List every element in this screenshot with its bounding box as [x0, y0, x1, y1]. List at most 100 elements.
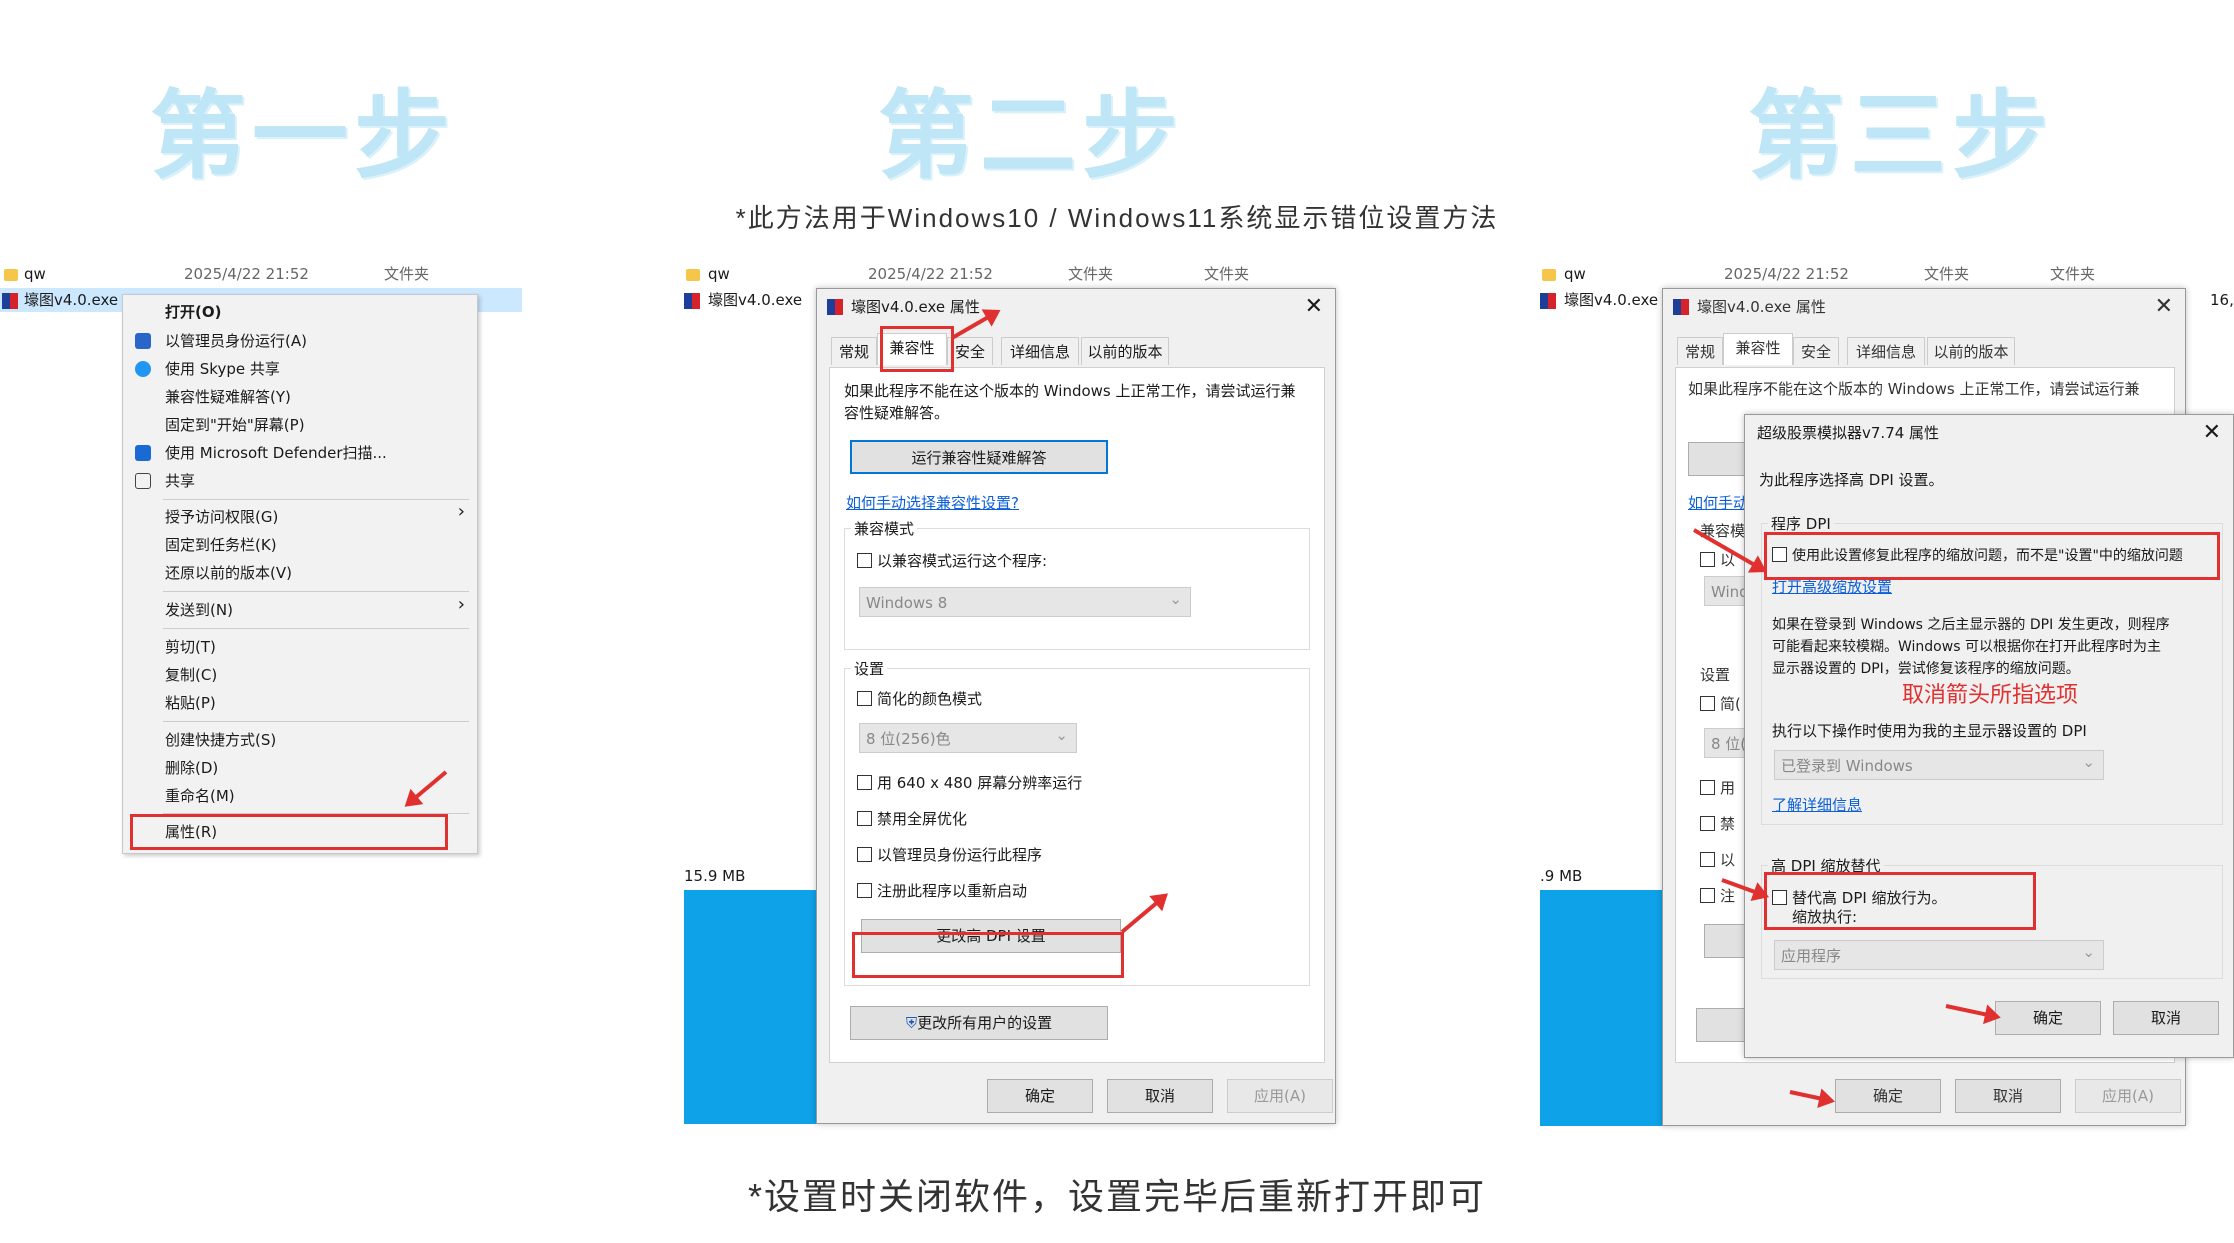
- override-select[interactable]: 应用程序: [1774, 937, 2104, 970]
- intro-text: 如果此程序不能在这个版本的 Windows 上正常工作，请尝试运行兼 容性疑难解答…: [844, 382, 1296, 422]
- file-size: .9 MB: [1540, 867, 1583, 885]
- ok-button[interactable]: 确定: [1835, 1079, 1941, 1113]
- run-as-admin-checkbox[interactable]: 以管理员身份运行此程序: [857, 845, 1042, 865]
- res-640-checkbox[interactable]: 用: [1700, 778, 1735, 798]
- dpi-dialog: 超级股票模拟器v7.74 属性 ✕ 为此程序选择高 DPI 设置。 程序 DPI…: [1744, 414, 2234, 1058]
- run-troubleshooter-button[interactable]: 运行兼容性疑难解答: [850, 440, 1108, 474]
- apply-button[interactable]: 应用(A): [1227, 1079, 1333, 1113]
- perform-text: 执行以下操作时使用为我的主显示器设置的 DPI: [1772, 722, 2087, 740]
- dpi-cancel-button[interactable]: 取消: [2113, 1001, 2219, 1035]
- dpi-choose-text: 为此程序选择高 DPI 设置。: [1759, 471, 1944, 489]
- all-users-button[interactable]: ⛨更改所有用户的设置: [850, 1006, 1108, 1040]
- compat-mode-select[interactable]: Windows 8: [859, 584, 1191, 617]
- exe-icon: [2, 292, 18, 309]
- learn-more-link[interactable]: 了解详细信息: [1772, 794, 1862, 815]
- menu-send-to[interactable]: 发送到(N): [165, 597, 233, 623]
- manual-compat-link[interactable]: 如何手动: [1688, 492, 1748, 513]
- menu-run-admin[interactable]: 以管理员身份运行(A): [165, 328, 307, 354]
- skype-icon: [135, 361, 151, 377]
- folder-icon: [4, 268, 18, 281]
- exe-icon: [1540, 292, 1556, 309]
- register-restart-checkbox[interactable]: 注: [1700, 886, 1735, 906]
- menu-rename[interactable]: 重命名(M): [165, 783, 235, 809]
- close-icon[interactable]: ✕: [2203, 415, 2221, 451]
- file-size: 15.9 MB: [684, 867, 746, 885]
- menu-restore[interactable]: 还原以前的版本(V): [165, 560, 292, 586]
- tab-security[interactable]: 安全: [1793, 337, 1839, 365]
- folder-icon: [686, 268, 700, 281]
- menu-shortcut[interactable]: 创建快捷方式(S): [165, 727, 276, 753]
- highlight-change-dpi: [852, 932, 1124, 978]
- register-restart-checkbox[interactable]: 注册此程序以重新启动: [857, 881, 1027, 901]
- run-as-admin-checkbox[interactable]: 以: [1700, 850, 1735, 870]
- tab-compatibility[interactable]: 兼容性: [1723, 333, 1793, 365]
- exe-row[interactable]: 壕图v4.0.exe: [1540, 288, 1670, 312]
- reduced-color-checkbox[interactable]: 简化的颜色模式: [857, 689, 982, 709]
- tab-previous-versions[interactable]: 以前的版本: [1927, 337, 2015, 365]
- manual-compat-link[interactable]: 如何手动选择兼容性设置?: [846, 492, 1019, 513]
- tab-bar: 常规 兼容性 安全 详细信息 以前的版本: [1677, 333, 2177, 367]
- menu-defender[interactable]: 使用 Microsoft Defender扫描...: [165, 440, 387, 466]
- dpi-dialog-title: 超级股票模拟器v7.74 属性: [1757, 424, 1940, 442]
- menu-divider: [163, 499, 469, 500]
- close-icon[interactable]: ✕: [1305, 289, 1323, 325]
- folder-row[interactable]: qw 2025/4/22 21:52 文件夹 文件夹: [684, 262, 1334, 286]
- disable-fullscreen-checkbox[interactable]: 禁: [1700, 814, 1735, 834]
- step-one-title: 第一步: [150, 80, 456, 192]
- chevron-right-icon: ›: [457, 594, 465, 615]
- compat-mode-checkbox[interactable]: 以兼容模式运行这个程序:: [857, 551, 1047, 571]
- menu-paste[interactable]: 粘贴(P): [165, 690, 216, 716]
- menu-copy[interactable]: 复制(C): [165, 662, 217, 688]
- exe-row[interactable]: 壕图v4.0.exe: [684, 288, 814, 312]
- ok-button[interactable]: 确定: [987, 1079, 1093, 1113]
- subtitle: *此方法用于Windows10 / Windows11系统显示错位设置方法: [735, 203, 1499, 233]
- reduced-color-checkbox[interactable]: 简(: [1700, 694, 1741, 714]
- compat-mode-group: 兼容模式 以兼容模式运行这个程序: Windows 8: [844, 518, 1310, 650]
- menu-share[interactable]: 共享: [165, 468, 195, 494]
- intro-text: 如果此程序不能在这个版本的 Windows 上正常工作，请尝试运行兼: [1688, 380, 2140, 398]
- menu-grant[interactable]: 授予访问权限(G): [165, 504, 278, 530]
- menu-divider: [163, 721, 469, 722]
- dialog-title: 壕图v4.0.exe 属性: [1697, 298, 1826, 316]
- tab-general[interactable]: 常规: [1677, 337, 1723, 365]
- tab-previous-versions[interactable]: 以前的版本: [1081, 337, 1169, 365]
- tab-general[interactable]: 常规: [831, 337, 877, 365]
- menu-divider: [163, 628, 469, 629]
- red-instruction: 取消箭头所指选项: [1902, 683, 2079, 708]
- highlight-properties: [130, 814, 448, 850]
- menu-pin-taskbar[interactable]: 固定到任务栏(K): [165, 532, 277, 558]
- res-640-checkbox[interactable]: 用 640 x 480 屏幕分辨率运行: [857, 773, 1082, 793]
- bottom-note: *设置时关闭软件，设置完毕后重新打开即可: [747, 1176, 1486, 1217]
- tab-details[interactable]: 详细信息: [1847, 337, 1925, 365]
- disable-fullscreen-checkbox[interactable]: 禁用全屏优化: [857, 809, 967, 829]
- menu-delete[interactable]: 删除(D): [165, 755, 218, 781]
- folder-row[interactable]: qw 2025/4/22 21:52 文件夹 文件夹: [1540, 262, 2234, 286]
- cancel-button[interactable]: 取消: [1955, 1079, 2061, 1113]
- shield-icon: [135, 333, 151, 349]
- highlight-override: [1764, 872, 2036, 930]
- menu-skype[interactable]: 使用 Skype 共享: [165, 356, 280, 382]
- highlight-use-setting: [1764, 532, 2220, 580]
- share-icon: [135, 473, 151, 489]
- properties-dialog: 壕图v4.0.exe 属性 ✕ 常规 兼容性 安全 详细信息 以前的版本 如果此…: [816, 288, 1336, 1124]
- step-two-title: 第二步: [878, 80, 1184, 192]
- tab-details[interactable]: 详细信息: [1001, 337, 1079, 365]
- shield-icon: ⛨: [905, 1014, 918, 1032]
- folder-row[interactable]: qw 2025/4/22 21:52 文件夹: [0, 262, 520, 286]
- menu-troubleshoot[interactable]: 兼容性疑难解答(Y): [165, 384, 291, 410]
- dpi-ok-button[interactable]: 确定: [1995, 1001, 2101, 1035]
- run-troubleshooter-button[interactable]: [1688, 442, 1748, 476]
- desktop-background: [684, 890, 818, 1124]
- dpi-mode-select[interactable]: 已登录到 Windows: [1774, 747, 2104, 780]
- apply-button[interactable]: 应用(A): [2075, 1079, 2181, 1113]
- file-size: 16,: [2210, 291, 2234, 309]
- color-select[interactable]: 8 位(256)色: [859, 720, 1077, 753]
- cancel-button[interactable]: 取消: [1107, 1079, 1213, 1113]
- defender-icon: [135, 445, 151, 461]
- menu-open[interactable]: 打开(O): [165, 299, 221, 325]
- menu-pin-start[interactable]: 固定到"开始"屏幕(P): [165, 412, 305, 438]
- context-menu: 打开(O) 以管理员身份运行(A) 使用 Skype 共享 兼容性疑难解答(Y)…: [122, 294, 478, 854]
- dialog-title: 壕图v4.0.exe 属性: [851, 298, 980, 316]
- close-icon[interactable]: ✕: [2155, 289, 2173, 325]
- menu-cut[interactable]: 剪切(T): [165, 634, 216, 660]
